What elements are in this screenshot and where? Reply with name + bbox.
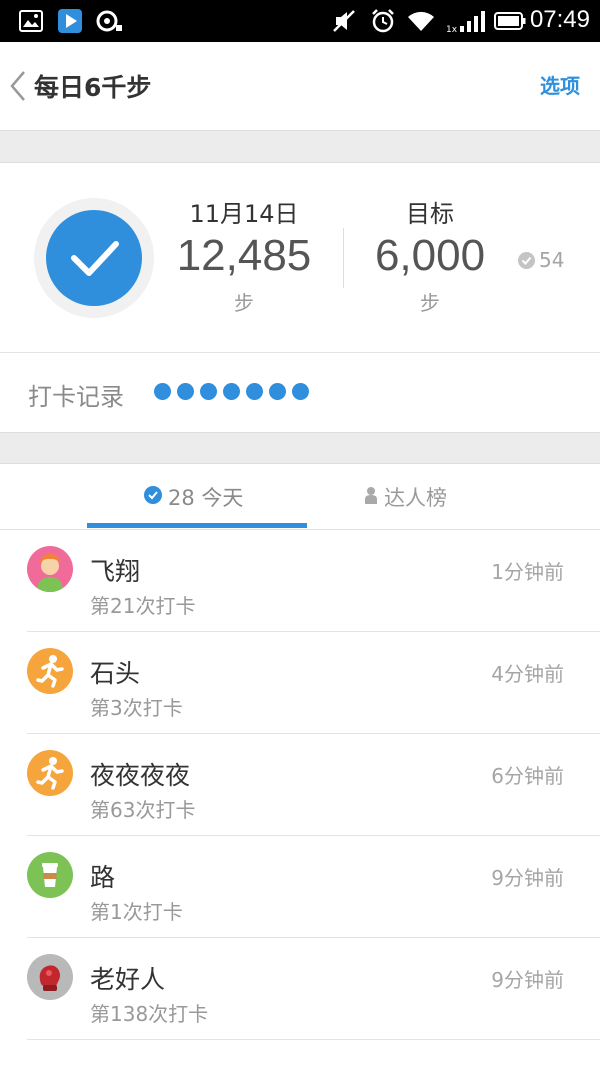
person-icon: [364, 485, 378, 509]
active-tab-indicator: [87, 523, 307, 528]
play-store-icon: [56, 8, 84, 34]
stat-divider: [343, 228, 344, 288]
tab-bar: 28 今天 达人榜: [0, 464, 600, 530]
checkin-dot: [200, 383, 217, 400]
list-item[interactable]: 路 第1次打卡 9分钟前: [0, 836, 600, 938]
today-steps-stat: 11月14日 12,485 步: [170, 194, 318, 316]
clock-time: 07:49: [529, 6, 590, 33]
person-avatar: [27, 546, 73, 592]
checkin-dot: [246, 383, 263, 400]
checkin-dot: [154, 383, 171, 400]
options-button[interactable]: 选项: [540, 70, 580, 99]
checkmark-icon: [46, 210, 142, 306]
cup-avatar: [27, 852, 73, 898]
checkin-count: 第138次打卡: [90, 1002, 209, 1026]
svg-text:1x: 1x: [446, 25, 458, 34]
daily-summary-card: 11月14日 12,485 步 目标 6,000 步 54: [0, 164, 600, 352]
tab-leaderboard-label: 达人榜: [384, 486, 447, 510]
user-name: 老好人: [90, 965, 166, 994]
date-label: 11月14日: [189, 200, 299, 228]
tab-leaderboard[interactable]: 达人榜: [364, 482, 447, 512]
checkin-time: 1分钟前: [491, 560, 564, 584]
tab-today-label: 28 今天: [168, 486, 244, 510]
user-name: 夜夜夜夜: [90, 761, 191, 790]
badge-count: 54: [539, 248, 565, 272]
checkin-list: 飞翔 第21次打卡 1分钟前 石头 第3次打卡 4分钟前 夜夜夜夜 第63次打卡…: [0, 530, 600, 1040]
checkin-count: 第21次打卡: [90, 594, 196, 618]
section-separator: [0, 432, 600, 464]
goal-unit: 步: [420, 291, 440, 315]
list-item[interactable]: 飞翔 第21次打卡 1分钟前: [0, 530, 600, 632]
checkin-count: 第1次打卡: [90, 900, 183, 924]
wifi-icon: [406, 8, 436, 34]
goal-label: 目标: [406, 200, 454, 228]
user-name: 石头: [90, 659, 141, 688]
checkin-record-label: 打卡记录: [28, 383, 124, 411]
steps-value: 12,485: [176, 231, 312, 280]
music-icon: [96, 8, 124, 34]
list-item[interactable]: 石头 第3次打卡 4分钟前: [0, 632, 600, 734]
list-item[interactable]: 老好人 第138次打卡 9分钟前: [0, 938, 600, 1040]
goal-stat: 目标 6,000 步: [360, 194, 500, 316]
tab-today[interactable]: 28 今天: [144, 482, 243, 512]
checkin-dot: [223, 383, 240, 400]
goal-value: 6,000: [374, 231, 486, 280]
battery-icon: [494, 8, 526, 34]
section-separator: [0, 130, 600, 163]
checkin-count-badge: 54: [518, 248, 564, 272]
checkin-dot: [269, 383, 286, 400]
list-item[interactable]: 夜夜夜夜 第63次打卡 6分钟前: [0, 734, 600, 836]
check-circle-icon: [518, 251, 535, 269]
checkin-count: 第63次打卡: [90, 798, 196, 822]
checkin-status-ring: [34, 198, 154, 318]
checkin-count: 第3次打卡: [90, 696, 183, 720]
alarm-icon: [370, 8, 396, 34]
checkin-dot: [292, 383, 309, 400]
gallery-icon: [18, 8, 44, 34]
checkin-dot: [177, 383, 194, 400]
user-name: 飞翔: [90, 557, 141, 586]
checkin-record-row[interactable]: 打卡记录: [0, 352, 600, 432]
status-bar: 1x 07:49: [0, 0, 600, 42]
runner-avatar: [27, 648, 73, 694]
runner-avatar: [27, 750, 73, 796]
checkin-dots: [154, 383, 309, 400]
page-title: 每日6千步: [34, 73, 152, 102]
top-app-bar: 每日6千步 选项: [0, 42, 600, 130]
boxing-glove-avatar: [27, 954, 73, 1000]
mute-icon: [332, 8, 358, 34]
check-circle-icon: [144, 485, 162, 509]
back-chevron-icon[interactable]: [6, 66, 30, 106]
steps-unit: 步: [234, 291, 254, 315]
checkin-time: 9分钟前: [491, 866, 564, 890]
checkin-time: 4分钟前: [491, 662, 564, 686]
checkin-time: 9分钟前: [491, 968, 564, 992]
checkin-time: 6分钟前: [491, 764, 564, 788]
signal-icon: 1x: [446, 8, 490, 34]
user-name: 路: [90, 863, 116, 892]
